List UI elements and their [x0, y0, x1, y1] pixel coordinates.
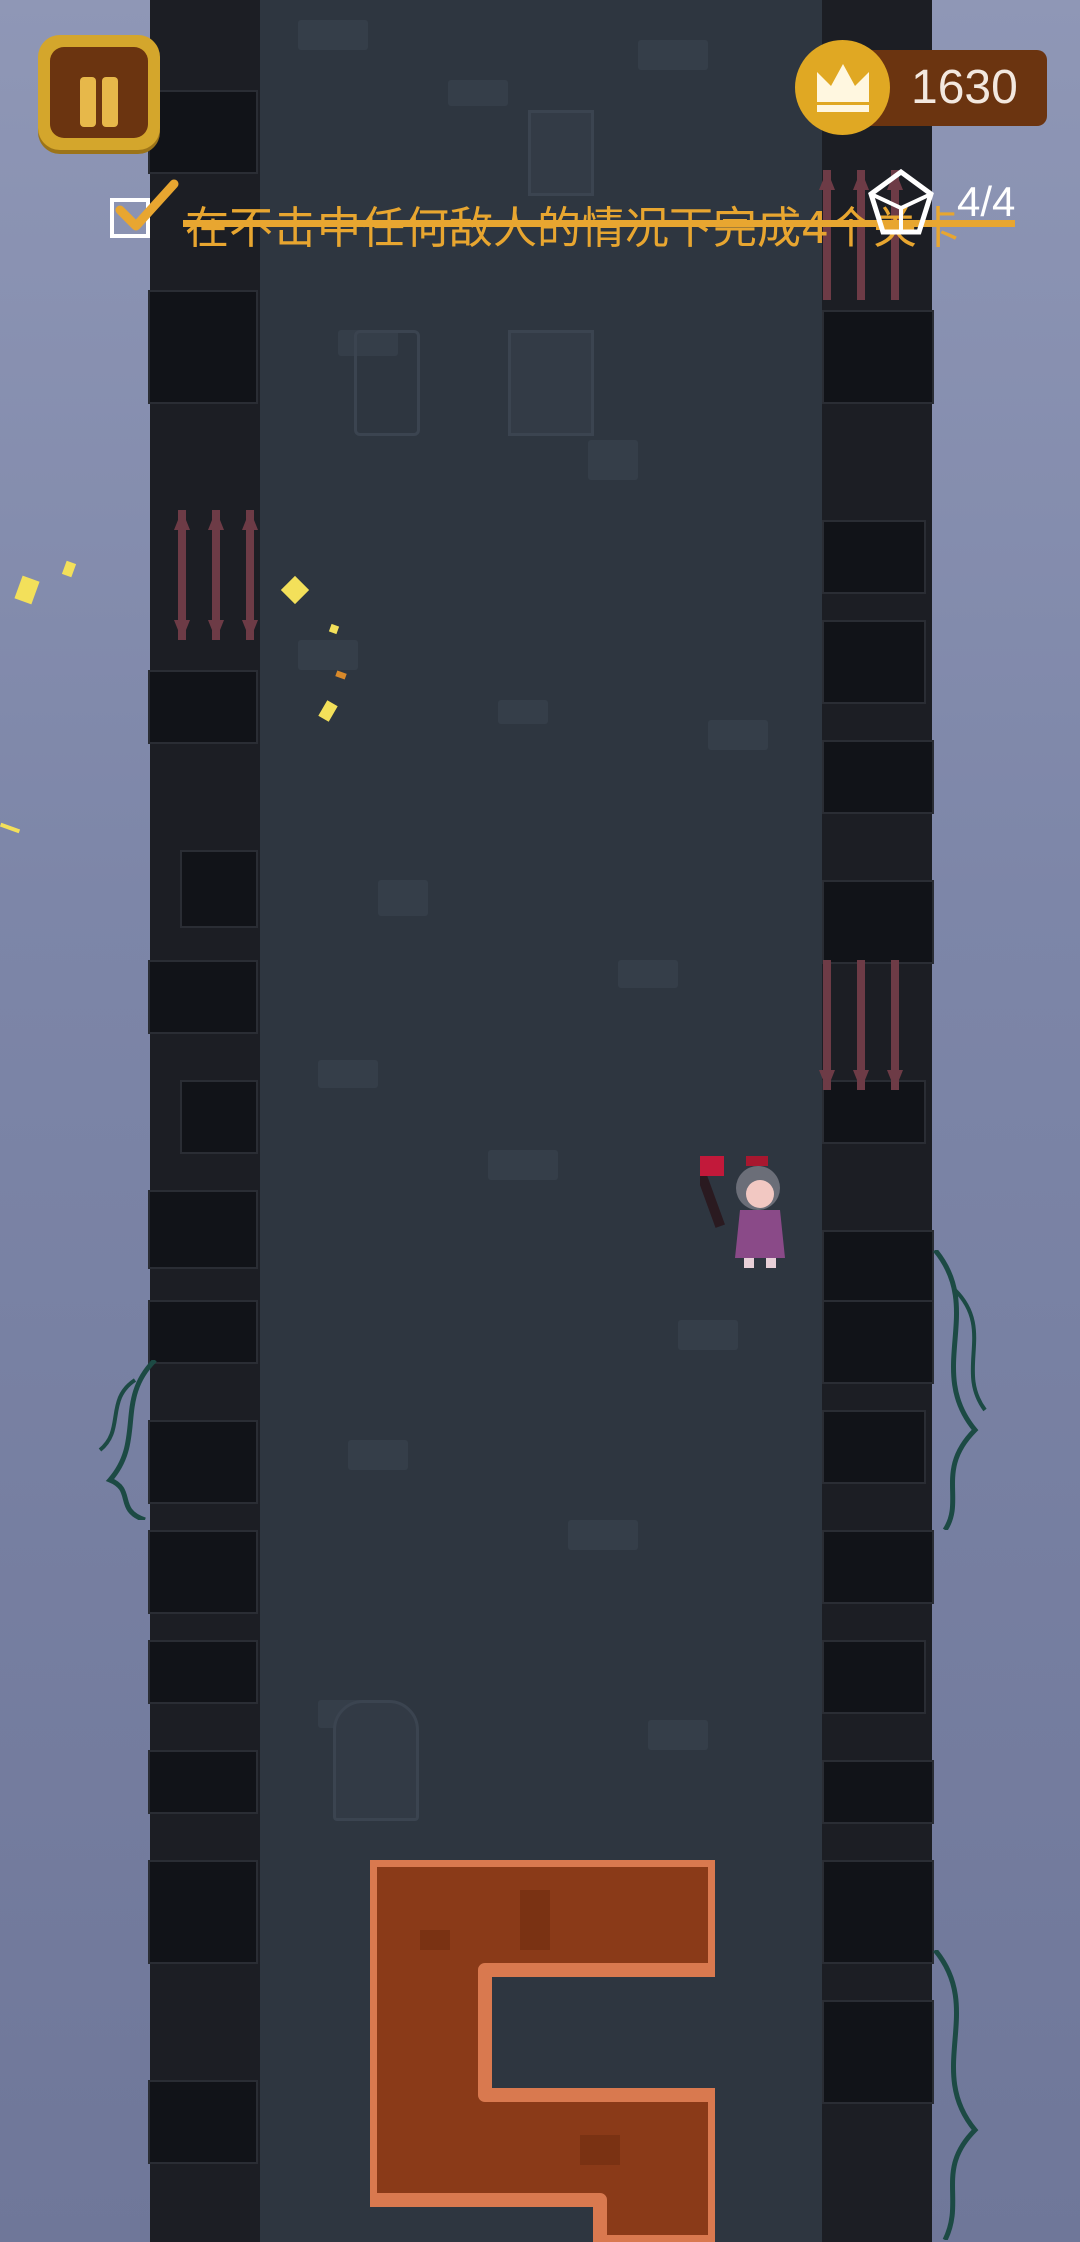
wall-brick	[498, 700, 548, 724]
progress-counter: 4/4	[957, 178, 1015, 226]
spike-trap-right	[819, 960, 903, 1090]
player-character	[700, 1156, 785, 1268]
wall-stone	[822, 1230, 934, 1304]
wall-portrait	[508, 330, 594, 436]
wall-portrait	[354, 330, 420, 436]
left-tower-wall	[148, 0, 260, 2242]
wall-stone	[822, 880, 934, 964]
wall-brick	[318, 1060, 378, 1088]
wall-brick	[678, 1320, 738, 1350]
pause-bar	[80, 77, 96, 127]
progress-total: 4	[992, 178, 1016, 225]
wall-stone	[148, 960, 258, 1034]
wall-stone	[148, 2080, 258, 2164]
wall-stone	[180, 1080, 258, 1154]
crown-shape	[817, 64, 869, 112]
wall-stone	[822, 1300, 934, 1384]
score-value: 1630	[911, 61, 1018, 114]
crown-icon	[795, 40, 890, 135]
vine	[933, 1250, 987, 1530]
wall-stone	[822, 740, 934, 814]
wall-stone	[822, 2000, 934, 2104]
wall-portrait	[528, 110, 594, 196]
wall-brick	[348, 1440, 408, 1470]
sparkle	[61, 560, 77, 578]
pause-button[interactable]	[38, 35, 160, 150]
vine	[98, 1360, 157, 1520]
sparkle	[0, 822, 21, 834]
wall-stone	[148, 290, 258, 404]
wall-stone	[822, 1760, 934, 1824]
wall-stone	[822, 1530, 934, 1604]
pause-icon	[50, 47, 148, 138]
wall-stone	[148, 1750, 258, 1814]
wall-stone	[822, 520, 926, 594]
wall-stone	[148, 1190, 258, 1269]
wall-stone	[148, 90, 258, 174]
wall-brick	[378, 880, 428, 916]
sparkle	[14, 575, 40, 605]
wall-brick	[638, 40, 708, 70]
wall-stone	[148, 670, 258, 744]
wall-brick	[448, 80, 508, 106]
wall-stone	[822, 1410, 926, 1484]
progress-current: 4	[957, 178, 981, 225]
wall-brick	[298, 20, 368, 50]
wall-stone	[822, 620, 926, 704]
vine	[933, 1950, 979, 2240]
wall-brick	[588, 440, 638, 480]
falling-block	[370, 1860, 715, 2242]
right-tower-wall	[822, 0, 934, 2242]
wall-brick	[618, 960, 678, 988]
check-icon	[115, 179, 179, 231]
wall-stone	[822, 1860, 934, 1964]
wall-brick	[648, 1720, 708, 1750]
gem-icon	[868, 168, 934, 235]
wall-brick	[708, 720, 768, 750]
wall-stone	[148, 1300, 258, 1364]
wall-portrait	[333, 1700, 419, 1821]
wall-stone	[180, 850, 258, 928]
wall-stone	[148, 1530, 258, 1614]
pause-bar	[102, 77, 118, 127]
wall-stone	[148, 1860, 258, 1964]
wall-brick	[298, 640, 358, 670]
wall-brick	[568, 1520, 638, 1550]
progress-separator: /	[980, 178, 993, 225]
wall-stone	[822, 1640, 926, 1714]
wall-stone	[822, 310, 934, 404]
spike-trap-left	[174, 510, 258, 640]
wall-brick	[488, 1150, 558, 1180]
wall-stone	[148, 1640, 258, 1704]
